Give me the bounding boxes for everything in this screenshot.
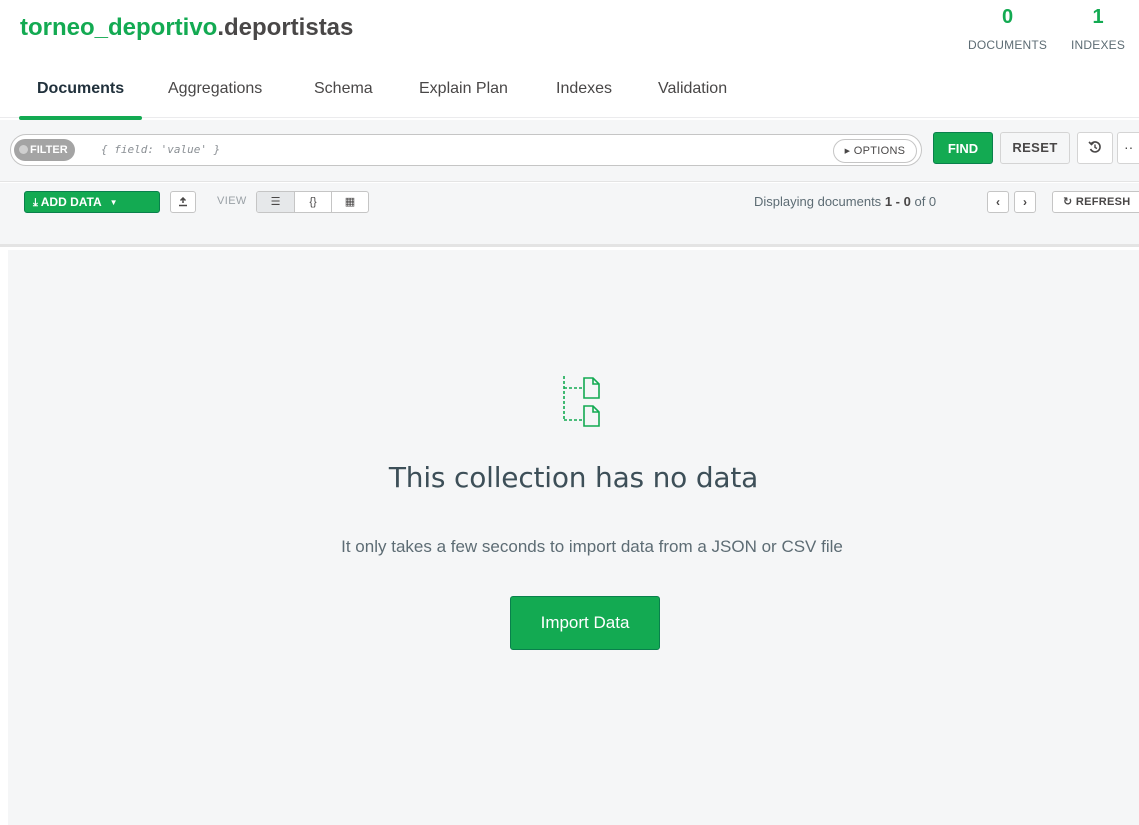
table-view-button[interactable]: ▦ [331, 192, 368, 212]
upload-icon [179, 196, 187, 207]
indexes-count: 1 [1092, 6, 1104, 28]
view-mode-group: ☰ {} ▦ [256, 191, 369, 213]
namespace-title: torneo_deportivo.deportistas [20, 14, 353, 42]
indexes-label: INDEXES [1071, 38, 1126, 52]
history-icon [1088, 141, 1101, 153]
documents-toolbar: ⤓ ADD DATA ▼ VIEW ☰ {} ▦ Displaying docum… [0, 183, 1139, 247]
refresh-button[interactable]: ↻ REFRESH [1052, 191, 1139, 213]
range-separator: - [892, 194, 904, 209]
collection-tabs: Documents Aggregations Schema Explain Pl… [0, 72, 1139, 120]
indexes-stat: 1 INDEXES [1071, 6, 1125, 52]
add-data-button[interactable]: ⤓ ADD DATA ▼ [24, 191, 160, 213]
tab-aggregations[interactable]: Aggregations [150, 78, 280, 118]
filter-placeholder: { field: 'value' } [101, 143, 221, 156]
json-view-icon: {} [309, 196, 317, 208]
info-icon [19, 145, 28, 154]
options-label: OPTIONS [853, 145, 906, 157]
collection-name: .deportistas [217, 14, 354, 41]
documents-empty-state: This collection has no data It only take… [8, 250, 1139, 825]
collection-header: torneo_deportivo.deportistas 0 DOCUMENTS… [0, 0, 1139, 70]
documents-label: DOCUMENTS [968, 38, 1048, 52]
database-name[interactable]: torneo_deportivo [20, 14, 217, 41]
export-button[interactable] [170, 191, 196, 213]
displaying-prefix: Displaying documents [754, 194, 882, 209]
download-icon: ⤓ [33, 197, 38, 209]
table-view-icon: ▦ [344, 196, 356, 208]
more-options-button[interactable]: ·· [1117, 132, 1139, 164]
json-view-button[interactable]: {} [294, 192, 331, 212]
documents-icon [563, 376, 600, 427]
import-data-button[interactable]: Import Data [510, 596, 660, 650]
range-start: 1 [884, 194, 893, 209]
chevron-left-icon: ‹ [996, 195, 1000, 209]
pagination-status: Displaying documents 1 - 0 of 0 [754, 194, 936, 209]
view-label: VIEW [217, 195, 247, 207]
documents-stat: 0 DOCUMENTS [968, 6, 1047, 52]
list-view-icon: ☰ [270, 196, 281, 208]
tab-schema[interactable]: Schema [296, 78, 391, 118]
tab-explain-plan[interactable]: Explain Plan [401, 78, 526, 118]
caret-down-icon: ▼ [109, 198, 118, 207]
empty-state-title: This collection has no data [388, 461, 759, 494]
refresh-label: REFRESH [1075, 196, 1131, 208]
options-button[interactable]: ▶ OPTIONS [833, 139, 917, 163]
reset-button[interactable]: RESET [1000, 132, 1070, 164]
total-count: of 0 [914, 194, 937, 209]
filter-pill: FILTER [14, 139, 75, 161]
add-data-label: ADD DATA [40, 195, 102, 209]
refresh-icon: ↻ [1063, 196, 1073, 208]
documents-count: 0 [1002, 6, 1014, 28]
history-button[interactable] [1077, 132, 1113, 164]
find-button[interactable]: FIND [933, 132, 993, 164]
range-end: 0 [903, 194, 911, 209]
tab-indexes[interactable]: Indexes [538, 78, 630, 118]
empty-state-subtitle: It only takes a few seconds to import da… [341, 537, 843, 556]
tab-documents[interactable]: Documents [19, 78, 143, 120]
filter-input[interactable]: FILTER { field: 'value' } ▶ OPTIONS [10, 134, 922, 166]
prev-page-button[interactable]: ‹ [987, 191, 1009, 213]
tab-validation[interactable]: Validation [640, 78, 745, 118]
next-page-button[interactable]: › [1014, 191, 1036, 213]
query-bar: FILTER { field: 'value' } ▶ OPTIONS FIND… [0, 120, 1139, 182]
filter-pill-label: FILTER [30, 144, 68, 156]
chevron-right-icon: › [1023, 195, 1027, 209]
caret-right-icon: ▶ [844, 148, 851, 155]
list-view-button[interactable]: ☰ [257, 192, 294, 212]
